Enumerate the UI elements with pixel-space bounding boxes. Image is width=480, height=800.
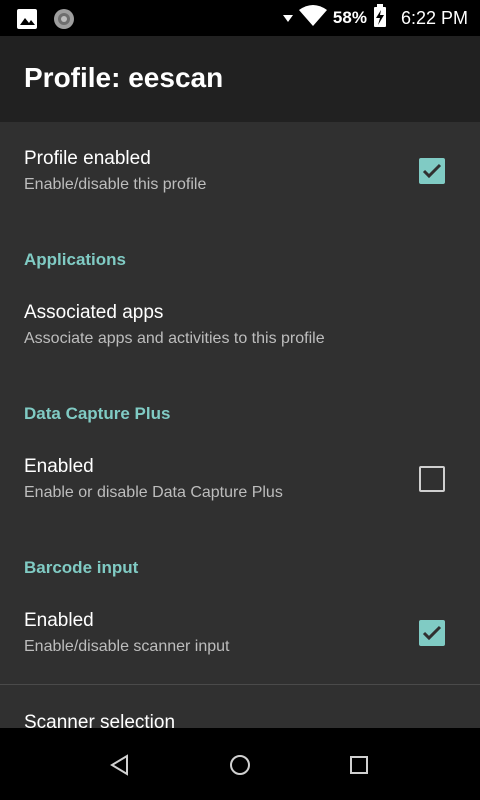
associated-apps-row[interactable]: Associated apps Associate apps and activ… xyxy=(0,302,480,378)
barcode-enabled-row[interactable]: Enabled Enable/disable scanner input xyxy=(0,610,480,686)
barcode-enabled-title: Enabled xyxy=(24,610,94,631)
battery-percent: 58% xyxy=(332,8,367,27)
scanner-selection-row[interactable]: Scanner selection xyxy=(0,712,480,728)
category-barcode-input: Barcode input xyxy=(24,558,139,577)
profile-enabled-row[interactable]: Profile enabled Enable/disable this prof… xyxy=(0,148,480,224)
dcp-enabled-checkbox[interactable] xyxy=(419,466,445,492)
associated-apps-summary: Associate apps and activities to this pr… xyxy=(24,330,325,347)
barcode-enabled-summary: Enable/disable scanner input xyxy=(24,638,230,655)
back-icon[interactable] xyxy=(105,750,135,780)
profile-enabled-checkbox[interactable] xyxy=(419,158,445,184)
status-bar: 58% 6:22 PM xyxy=(0,0,480,36)
image-icon xyxy=(16,8,38,35)
profile-enabled-summary: Enable/disable this profile xyxy=(24,176,207,193)
dcp-enabled-summary: Enable or disable Data Capture Plus xyxy=(24,484,283,501)
page-title: Profile: eescan xyxy=(24,62,224,93)
category-applications: Applications xyxy=(24,250,127,269)
sync-icon xyxy=(52,7,76,36)
recents-icon[interactable] xyxy=(344,750,374,780)
navigation-bar xyxy=(0,728,480,800)
associated-apps-title: Associated apps xyxy=(24,302,164,323)
wifi-icon xyxy=(298,4,327,32)
category-data-capture-plus: Data Capture Plus xyxy=(24,404,171,423)
dcp-enabled-row[interactable]: Enabled Enable or disable Data Capture P… xyxy=(0,456,480,532)
signal-arrow-icon xyxy=(282,8,293,28)
app-bar: Profile: eescan xyxy=(0,36,480,122)
profile-enabled-title: Profile enabled xyxy=(24,148,151,169)
check-icon xyxy=(422,625,442,641)
divider xyxy=(0,684,480,685)
clock: 6:22 PM xyxy=(400,7,468,28)
check-icon xyxy=(422,163,442,179)
barcode-enabled-checkbox[interactable] xyxy=(419,620,445,646)
home-icon[interactable] xyxy=(225,750,255,780)
battery-charging-icon xyxy=(373,3,387,33)
dcp-enabled-title: Enabled xyxy=(24,456,94,477)
preferences-list[interactable]: Profile enabled Enable/disable this prof… xyxy=(0,122,480,728)
scanner-selection-title: Scanner selection xyxy=(24,712,176,728)
